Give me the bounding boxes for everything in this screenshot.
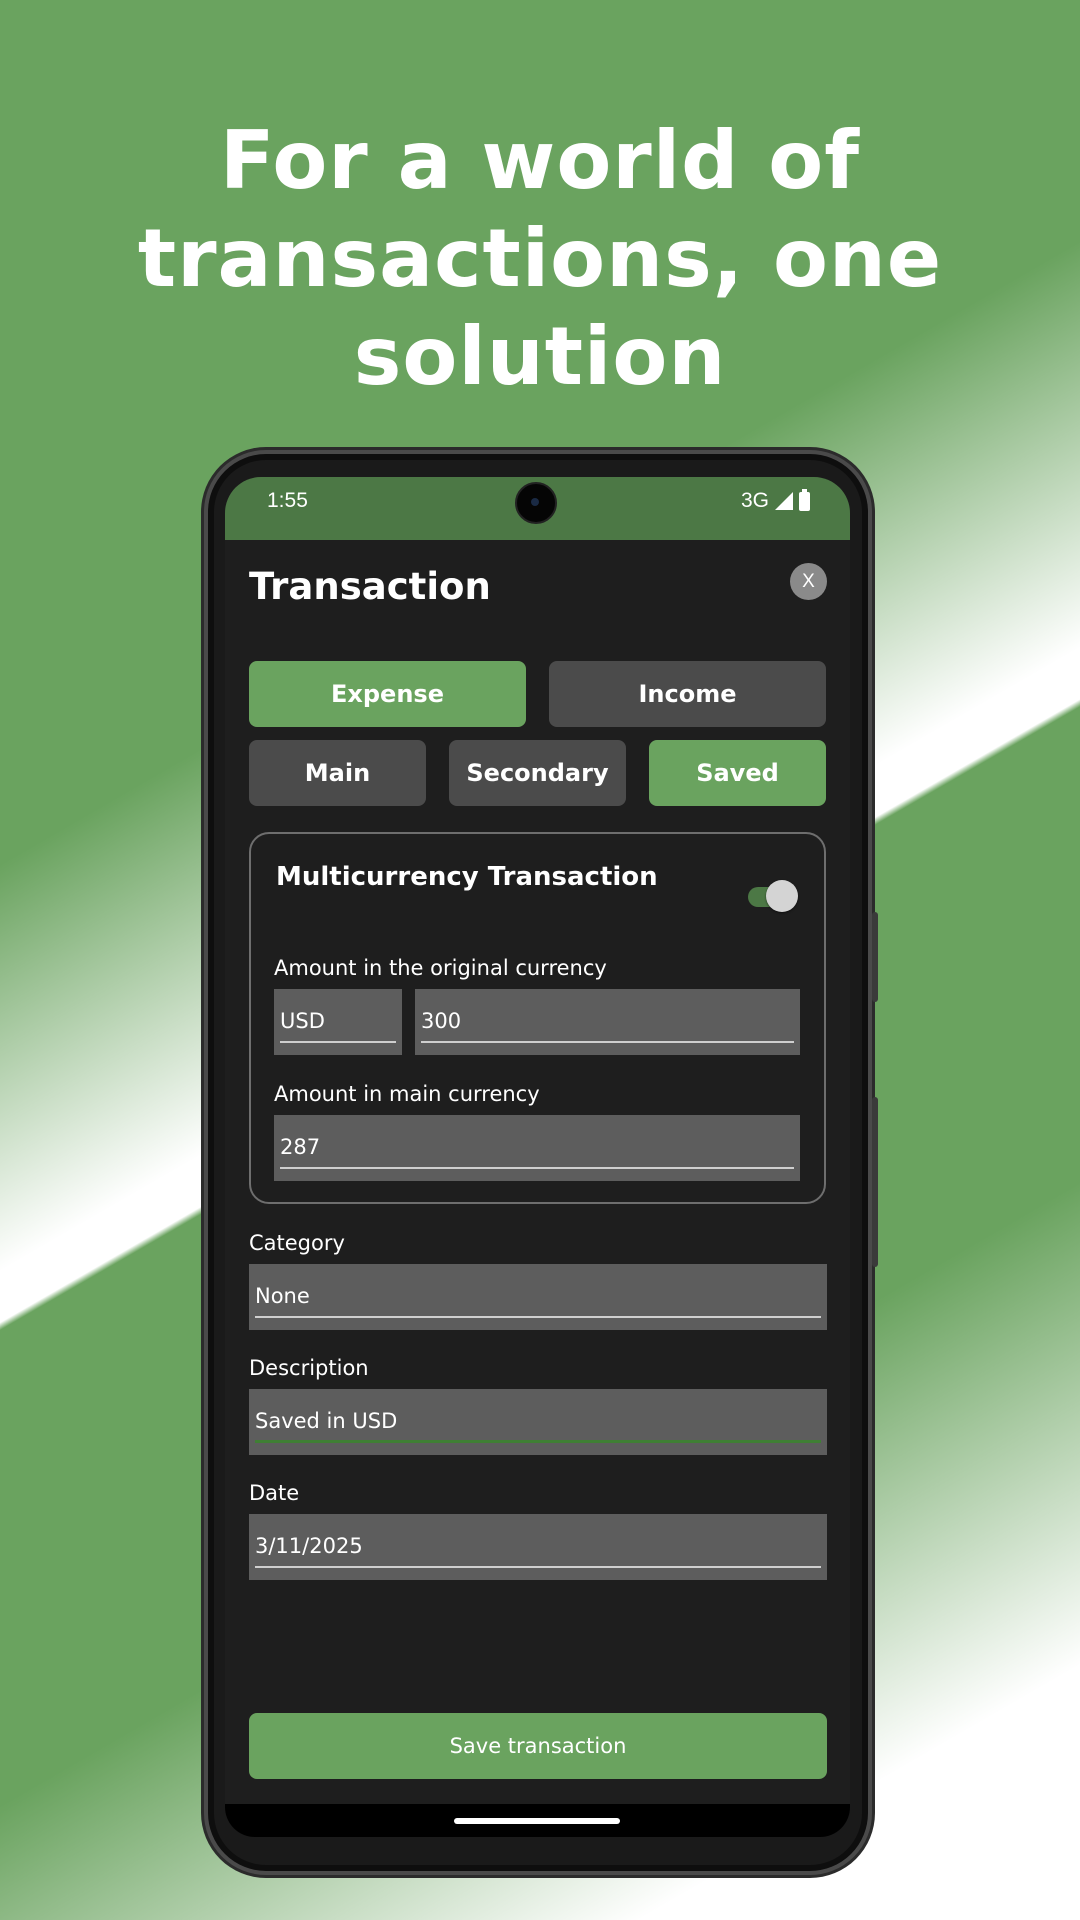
status-icons: 3G (740, 488, 810, 513)
category-label: Category (249, 1231, 345, 1255)
signal-icon (775, 492, 793, 510)
tab-saved[interactable]: Saved (649, 740, 826, 806)
multicurrency-toggle[interactable] (748, 880, 798, 912)
currency-code-value: USD (280, 1009, 325, 1033)
category-value: None (255, 1284, 310, 1308)
description-field[interactable]: Saved in USD (249, 1389, 827, 1455)
date-field[interactable]: 3/11/2025 (249, 1514, 827, 1580)
main-amount-label: Amount in main currency (274, 1082, 540, 1106)
field-underline (421, 1041, 794, 1043)
close-button[interactable]: X (790, 563, 827, 600)
date-value: 3/11/2025 (255, 1534, 363, 1558)
headline: For a world of transactions, one solutio… (137, 114, 943, 403)
field-underline-active (255, 1440, 821, 1443)
multicurrency-title: Multicurrency Transaction (276, 862, 658, 892)
field-underline (255, 1316, 821, 1318)
currency-code-field[interactable]: USD (274, 989, 402, 1055)
front-camera (515, 482, 557, 524)
phone-volume-button (872, 1097, 878, 1267)
toggle-thumb (766, 880, 798, 912)
multicurrency-card: Multicurrency Transaction Amount in the … (249, 832, 826, 1204)
home-indicator[interactable] (454, 1818, 620, 1824)
phone-screen: 1:55 3G Transaction X Expense Income Mai… (225, 477, 850, 1837)
original-amount-value: 300 (421, 1009, 462, 1033)
navigation-bar (225, 1804, 850, 1837)
tab-secondary[interactable]: Secondary (449, 740, 626, 806)
original-amount-field[interactable]: 300 (415, 989, 800, 1055)
date-label: Date (249, 1481, 300, 1505)
network-type: 3G (740, 489, 769, 512)
battery-icon (799, 488, 810, 511)
dialog-title: Transaction (249, 565, 491, 608)
main-amount-field[interactable]: 287 (274, 1115, 800, 1181)
status-bar: 1:55 3G (225, 477, 850, 540)
save-transaction-button[interactable]: Save transaction (249, 1713, 827, 1779)
phone-side-button (872, 912, 878, 1002)
field-underline (280, 1041, 396, 1043)
category-field[interactable]: None (249, 1264, 827, 1330)
tab-main[interactable]: Main (249, 740, 426, 806)
description-value: Saved in USD (255, 1409, 398, 1433)
main-amount-value: 287 (280, 1135, 321, 1159)
original-amount-label: Amount in the original currency (274, 956, 607, 980)
tab-expense[interactable]: Expense (249, 661, 526, 727)
field-underline (255, 1566, 821, 1568)
tab-income[interactable]: Income (549, 661, 826, 727)
description-label: Description (249, 1356, 369, 1380)
status-time: 1:55 (267, 489, 308, 512)
field-underline (280, 1167, 794, 1169)
